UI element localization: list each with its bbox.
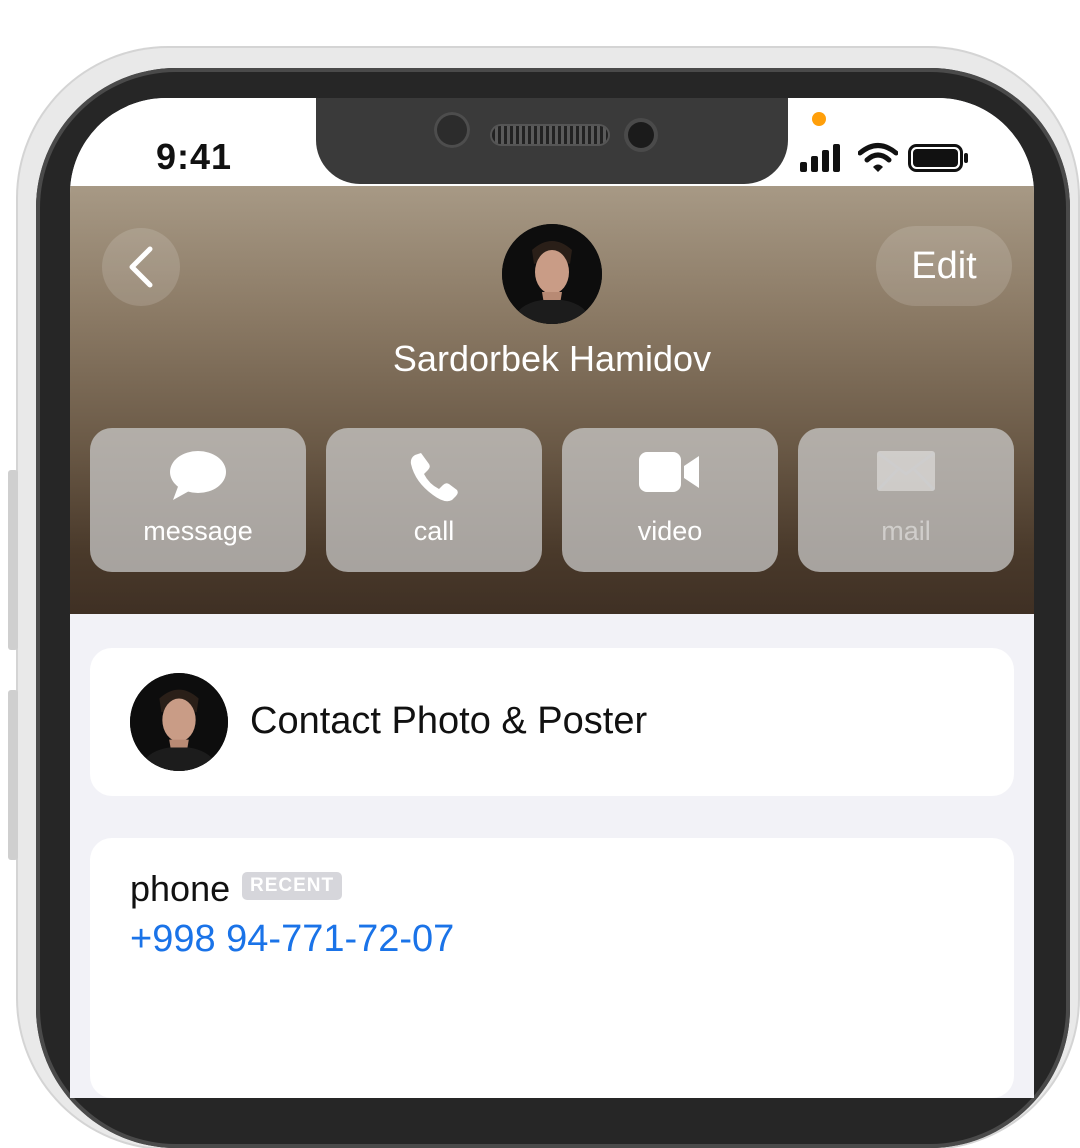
contact-avatar[interactable] — [502, 224, 602, 324]
notch — [316, 98, 788, 184]
contact-photo-poster-label: Contact Photo & Poster — [250, 700, 648, 742]
avatar-portrait — [130, 673, 228, 771]
message-bubble-icon — [170, 451, 226, 500]
status-time: 9:41 — [156, 136, 233, 177]
camera-lens — [434, 112, 470, 148]
video-label: video — [637, 516, 703, 546]
video-button[interactable]: video — [562, 428, 778, 572]
phone-card: phone RECENT +998 94-771-72-07 — [90, 838, 1014, 1098]
call-label: call — [413, 516, 455, 546]
cellular-signal-icon — [800, 144, 840, 172]
message-button[interactable]: message — [90, 428, 306, 572]
contact-header: Edit Sardorbek Hamidov message call vide… — [70, 186, 1034, 614]
message-label: message — [143, 516, 253, 546]
screen: 9:41 Edit Sardorbek Hamidov message call… — [70, 98, 1034, 1098]
call-button[interactable]: call — [326, 428, 542, 572]
contact-photo-poster-row[interactable]: Contact Photo & Poster — [90, 648, 1014, 796]
recent-badge: RECENT — [242, 872, 343, 900]
edit-button[interactable]: Edit — [876, 226, 1012, 306]
mic-indicator-dot — [812, 112, 826, 126]
contact-name: Sardorbek Hamidov — [392, 338, 712, 379]
avatar-portrait — [502, 224, 602, 324]
phone-number-link[interactable]: +998 94-771-72-07 — [130, 918, 454, 961]
wifi-icon — [858, 143, 898, 172]
phone-icon — [410, 453, 458, 502]
mail-label: mail — [881, 516, 931, 546]
battery-icon — [908, 144, 968, 172]
status-bar: 9:41 — [70, 98, 1034, 186]
quick-action-row: message call video mail — [90, 428, 1014, 572]
back-button[interactable] — [102, 228, 180, 306]
phone-label: phone — [130, 868, 231, 909]
chevron-left-icon — [129, 246, 153, 288]
earpiece-speaker — [492, 126, 608, 144]
proximity-sensor — [628, 122, 654, 148]
video-camera-icon — [639, 452, 699, 492]
side-button — [8, 690, 18, 860]
side-button — [8, 470, 18, 650]
mail-button[interactable]: mail — [798, 428, 1014, 572]
contact-photo-thumbnail — [130, 673, 228, 771]
envelope-icon — [876, 451, 936, 492]
